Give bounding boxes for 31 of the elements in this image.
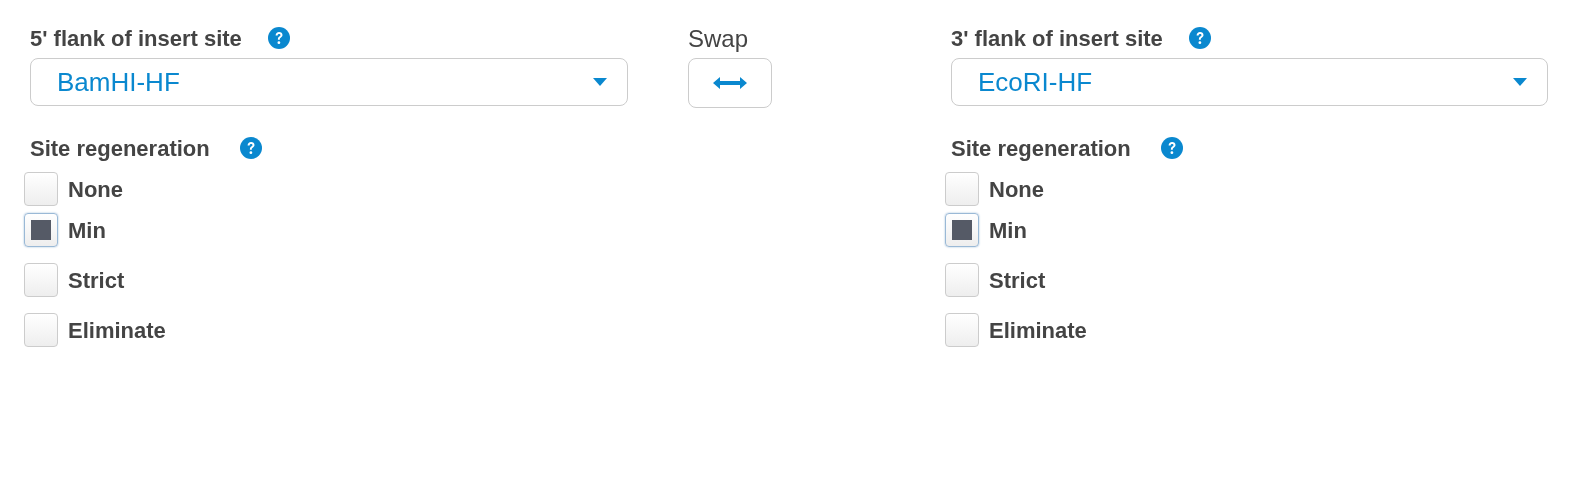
option-label: Min: [989, 216, 1027, 245]
enzyme-dropdown[interactable]: EcoRI-HF: [951, 58, 1548, 106]
option-label: None: [989, 175, 1044, 204]
option-label: Eliminate: [68, 316, 166, 345]
help-icon[interactable]: [239, 137, 262, 159]
section-label: Site regeneration: [30, 134, 210, 163]
option-label: Eliminate: [989, 316, 1087, 345]
swap-label: Swap: [688, 24, 749, 54]
caret-icon: [593, 78, 607, 86]
caret-icon: [1513, 78, 1527, 86]
checkbox[interactable]: [24, 313, 58, 347]
help-icon[interactable]: [1160, 137, 1183, 159]
checkbox[interactable]: [945, 313, 979, 347]
help-icon[interactable]: [1188, 27, 1211, 49]
checkbox[interactable]: [24, 213, 58, 247]
checkbox[interactable]: [945, 263, 979, 297]
enzyme-dropdown[interactable]: BamHI-HF: [30, 58, 628, 106]
help-icon[interactable]: [267, 27, 290, 49]
section-label: Site regeneration: [951, 134, 1131, 163]
checkbox[interactable]: [24, 263, 58, 297]
option-label: Strict: [68, 266, 125, 295]
field-label: 3' flank of insert site: [951, 24, 1163, 53]
option-label: None: [68, 175, 123, 204]
option-label: Min: [68, 216, 106, 245]
checkbox[interactable]: [945, 213, 979, 247]
field-label: 5' flank of insert site: [30, 24, 242, 53]
checkbox[interactable]: [945, 172, 979, 206]
swap-arrows-icon: [713, 76, 747, 90]
swap-button[interactable]: [688, 58, 772, 108]
option-label: Strict: [989, 266, 1046, 295]
checkbox[interactable]: [24, 172, 58, 206]
